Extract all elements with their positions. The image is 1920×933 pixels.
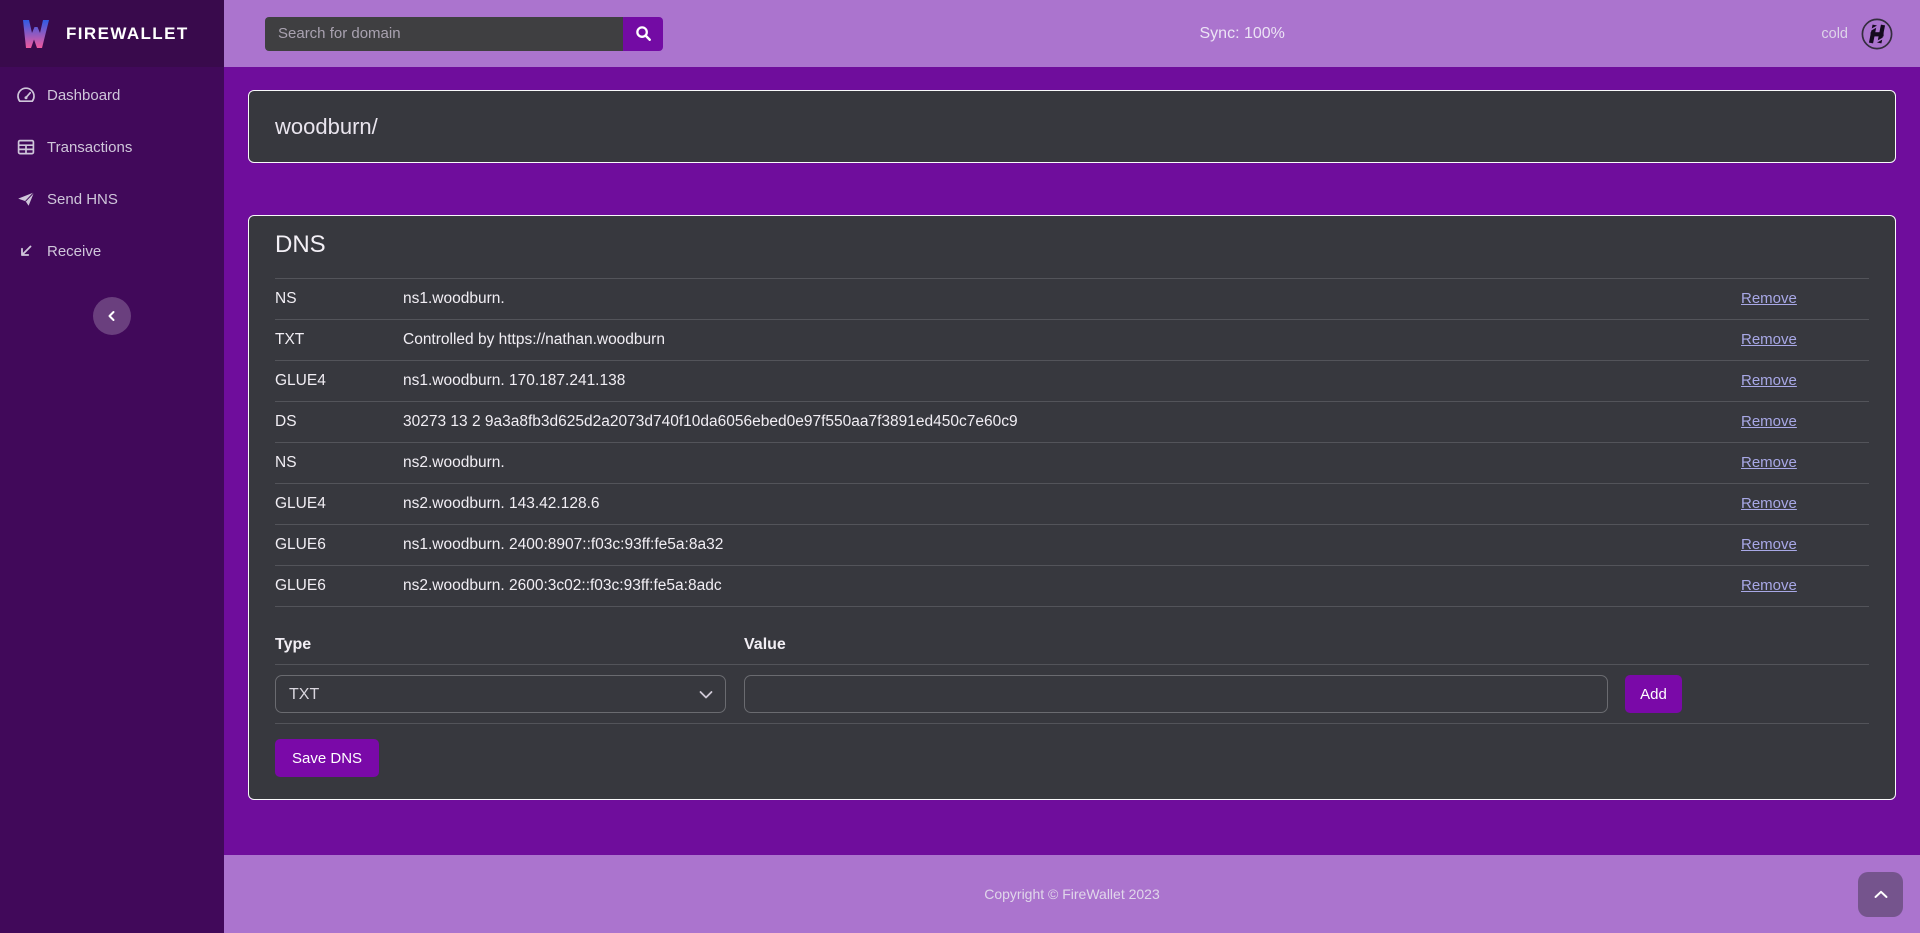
dns-record-row: TXT Controlled by https://nathan.woodbur… xyxy=(275,320,1869,361)
record-type: NS xyxy=(275,454,403,472)
dns-record-row: NS ns1.woodburn. Remove xyxy=(275,279,1869,320)
sidebar-item-label: Transactions xyxy=(47,139,132,156)
sidebar-item-label: Send HNS xyxy=(47,191,118,208)
value-column-header: Value xyxy=(744,636,1869,654)
scroll-to-top-button[interactable] xyxy=(1858,872,1903,917)
record-type: NS xyxy=(275,290,403,308)
record-type-select[interactable]: TXT xyxy=(275,675,726,713)
record-value: ns2.woodburn. 143.42.128.6 xyxy=(403,495,1741,513)
chevron-left-icon xyxy=(106,310,118,322)
add-record-form: Type Value TXT xyxy=(275,625,1869,724)
remove-record-link[interactable]: Remove xyxy=(1741,454,1797,471)
domain-name: woodburn/ xyxy=(275,114,378,140)
remove-record-link[interactable]: Remove xyxy=(1741,495,1797,512)
wallet-indicator[interactable]: cold xyxy=(1821,17,1894,51)
record-value: ns2.woodburn. 2600:3c02::f03c:93ff:fe5a:… xyxy=(403,577,1741,595)
brand-link[interactable]: FIREWALLET xyxy=(0,0,224,67)
record-value: ns1.woodburn. 2400:8907::f03c:93ff:fe5a:… xyxy=(403,536,1741,554)
sidebar-item-label: Dashboard xyxy=(47,87,120,104)
record-type: GLUE4 xyxy=(275,372,403,390)
dns-record-row: DS 30273 13 2 9a3a8fb3d625d2a2073d740f10… xyxy=(275,402,1869,443)
wallet-name: cold xyxy=(1821,26,1848,42)
record-type: TXT xyxy=(275,331,403,349)
topbar: Sync: 100% cold xyxy=(224,0,1920,67)
remove-record-link[interactable]: Remove xyxy=(1741,290,1797,307)
search-icon xyxy=(635,25,652,42)
record-value: ns1.woodburn. xyxy=(403,290,1741,308)
remove-record-link[interactable]: Remove xyxy=(1741,331,1797,348)
dns-record-row: GLUE6 ns1.woodburn. 2400:8907::f03c:93ff… xyxy=(275,525,1869,566)
sidebar-nav: Dashboard Transactions S xyxy=(0,67,224,277)
app-window: FIREWALLET Dashboard xyxy=(0,0,1920,933)
dns-section-title: DNS xyxy=(275,231,1869,259)
remove-record-link[interactable]: Remove xyxy=(1741,536,1797,553)
dashboard-gauge-icon xyxy=(16,85,36,105)
dns-record-row: GLUE4 ns1.woodburn. 170.187.241.138 Remo… xyxy=(275,361,1869,402)
table-icon xyxy=(16,137,36,157)
paper-plane-icon xyxy=(16,189,36,209)
add-record-header-row: Type Value xyxy=(275,625,1869,665)
record-type: GLUE4 xyxy=(275,495,403,513)
page-content: woodburn/ DNS NS ns1.woodburn. Remove TX… xyxy=(224,67,1920,855)
sidebar-item-dashboard[interactable]: Dashboard xyxy=(0,69,224,121)
search-button[interactable] xyxy=(623,17,663,51)
save-dns-button[interactable]: Save DNS xyxy=(275,739,379,777)
record-type: GLUE6 xyxy=(275,536,403,554)
arrow-down-left-icon xyxy=(16,241,36,261)
add-record-button[interactable]: Add xyxy=(1625,675,1682,713)
main-column: Sync: 100% cold woodburn/ xyxy=(224,0,1920,933)
chevron-up-icon xyxy=(1874,890,1888,899)
copyright-text: Copyright © FireWallet 2023 xyxy=(984,886,1160,902)
sidebar: FIREWALLET Dashboard xyxy=(0,0,224,933)
record-value-input[interactable] xyxy=(744,675,1608,713)
handshake-logo-icon xyxy=(1860,17,1894,51)
record-type: GLUE6 xyxy=(275,577,403,595)
dns-record-row: GLUE6 ns2.woodburn. 2600:3c02::f03c:93ff… xyxy=(275,566,1869,607)
record-value: Controlled by https://nathan.woodburn xyxy=(403,331,1741,349)
sidebar-item-label: Receive xyxy=(47,243,101,260)
dns-record-row: GLUE4 ns2.woodburn. 143.42.128.6 Remove xyxy=(275,484,1869,525)
record-value: ns2.woodburn. xyxy=(403,454,1741,472)
dns-records-table: NS ns1.woodburn. Remove TXT Controlled b… xyxy=(275,278,1869,607)
brand-title: FIREWALLET xyxy=(66,24,189,44)
dns-card: DNS NS ns1.woodburn. Remove TXT Controll… xyxy=(248,215,1896,800)
record-value: 30273 13 2 9a3a8fb3d625d2a2073d740f10da6… xyxy=(403,413,1741,431)
record-type: DS xyxy=(275,413,403,431)
footer: Copyright © FireWallet 2023 xyxy=(224,855,1920,933)
record-value: ns1.woodburn. 170.187.241.138 xyxy=(403,372,1741,390)
sidebar-item-send-hns[interactable]: Send HNS xyxy=(0,173,224,225)
firewallet-logo-icon xyxy=(18,16,54,52)
remove-record-link[interactable]: Remove xyxy=(1741,372,1797,389)
remove-record-link[interactable]: Remove xyxy=(1741,413,1797,430)
sidebar-item-transactions[interactable]: Transactions xyxy=(0,121,224,173)
dns-record-row: NS ns2.woodburn. Remove xyxy=(275,443,1869,484)
sidebar-collapse-button[interactable] xyxy=(93,297,131,335)
remove-record-link[interactable]: Remove xyxy=(1741,577,1797,594)
sidebar-item-receive[interactable]: Receive xyxy=(0,225,224,277)
domain-search-form xyxy=(265,17,663,51)
domain-search-input[interactable] xyxy=(265,17,623,51)
domain-title-card: woodburn/ xyxy=(248,90,1896,163)
type-column-header: Type xyxy=(275,636,744,654)
sync-status: Sync: 100% xyxy=(1200,25,1285,43)
add-record-input-row: TXT Add xyxy=(275,665,1869,724)
